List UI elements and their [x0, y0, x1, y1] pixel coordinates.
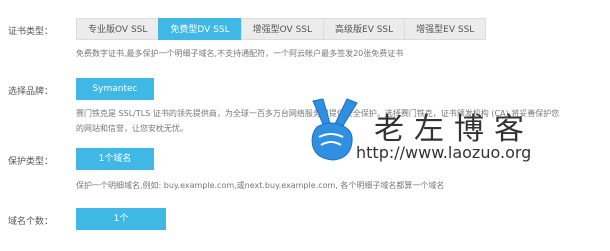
brand-description-line2: 的网站和信誉，让您安枕无忧。 — [76, 124, 188, 133]
domain-count-label: 域名个数： — [8, 217, 54, 227]
watermark-url: http://www.laozuo.org — [356, 143, 532, 162]
tab-premium-ev-ssl[interactable]: 高级版EV SSL — [323, 18, 405, 40]
watermark-title: 老左博客 — [374, 112, 534, 147]
brand-label: 选择品牌： — [8, 87, 54, 97]
tab-pro-ov-ssl[interactable]: 专业版OV SSL — [76, 18, 159, 40]
tab-free-dv-ssl[interactable]: 免费型DV SSL — [158, 18, 241, 40]
tab-enhanced-ev-ssl[interactable]: 增强型EV SSL — [404, 18, 487, 40]
cert-type-description: 免费数字证书,最多保护一个明细子域名,不支持通配符，一个阿云帐户最多签发20张免… — [76, 49, 404, 58]
protection-description: 保护一个明细域名,例如: buy.example.com,或next.buy.e… — [76, 181, 445, 190]
domain-count-button[interactable]: 1个 — [76, 208, 166, 230]
one-domain-button[interactable]: 1个域名 — [76, 148, 154, 170]
symantec-button[interactable]: Symantec — [76, 78, 154, 100]
cert-type-tabs: 专业版OV SSL 免费型DV SSL 增强型OV SSL 高级版EV SSL … — [76, 18, 487, 40]
protection-type-label: 保护类型： — [8, 157, 54, 167]
cert-type-label: 证书类型： — [8, 27, 54, 37]
tab-enhanced-ov-ssl[interactable]: 增强型OV SSL — [240, 18, 324, 40]
peace-hand-logo-icon — [311, 98, 358, 161]
